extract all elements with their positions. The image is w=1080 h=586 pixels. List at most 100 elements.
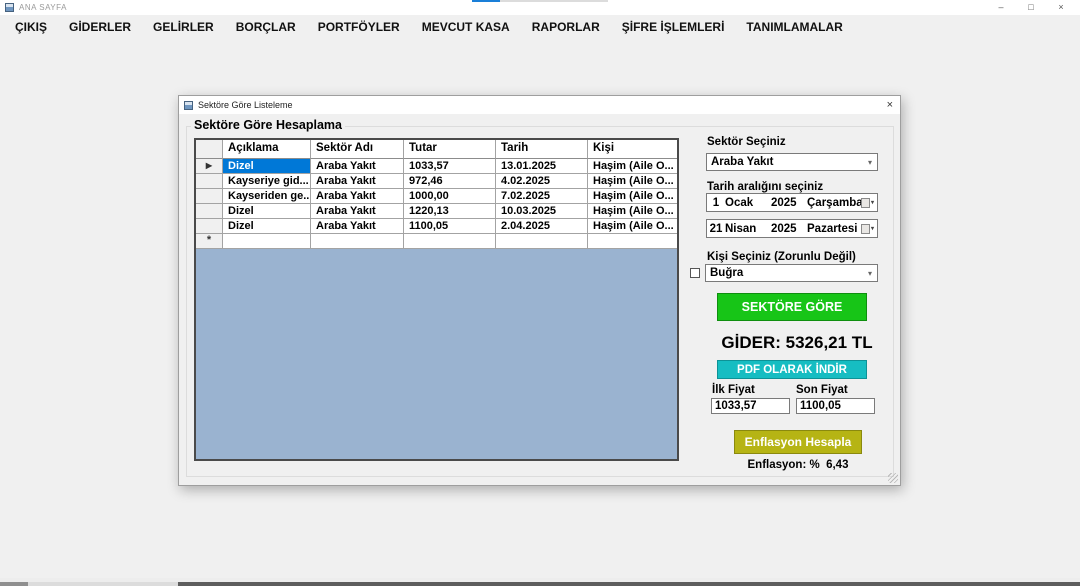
table-cell[interactable]: 1220,13: [404, 204, 496, 219]
table-cell[interactable]: Haşim (Aile O...: [588, 174, 677, 189]
maximize-icon[interactable]: □: [1016, 0, 1046, 15]
table-row: Dizel Araba Yakıt 1220,13 10.03.2025 Haş…: [196, 204, 677, 219]
menu-item-cikis[interactable]: ÇIKIŞ: [4, 15, 58, 39]
person-filter-checkbox[interactable]: [690, 268, 700, 278]
table-cell[interactable]: [404, 234, 496, 249]
table-cell[interactable]: Dizel: [223, 219, 311, 234]
table-cell[interactable]: Araba Yakıt: [311, 189, 404, 204]
window-controls: – □ ×: [986, 0, 1076, 15]
menu-item-borclar[interactable]: BORÇLAR: [225, 15, 307, 39]
date-to-year: 2025: [771, 223, 807, 235]
date-from-picker[interactable]: 1 Ocak 2025 Çarşamba ▾: [706, 193, 878, 212]
column-header-kisi[interactable]: Kişi: [588, 140, 677, 159]
sector-select-dropdown[interactable]: Araba Yakıt ▾: [706, 153, 878, 171]
table-empty-area: [196, 249, 677, 459]
date-from-day: 1: [707, 197, 725, 209]
column-header-tutar[interactable]: Tutar: [404, 140, 496, 159]
table-cell[interactable]: [588, 234, 677, 249]
person-select-label: Kişi Seçiniz (Zorunlu Değil): [707, 251, 856, 263]
app-window-icon: [5, 3, 14, 12]
table-cell[interactable]: 4.02.2025: [496, 174, 588, 189]
table-cell[interactable]: 13.01.2025: [496, 159, 588, 174]
table-cell[interactable]: Araba Yakıt: [311, 219, 404, 234]
row-selector[interactable]: [196, 189, 223, 204]
dialog-title: Sektöre Göre Listeleme: [198, 100, 293, 110]
last-price-input[interactable]: [796, 398, 875, 414]
row-selector[interactable]: [196, 204, 223, 219]
table-cell[interactable]: Kayseriden ge...: [223, 189, 311, 204]
table-cell[interactable]: Haşim (Aile O...: [588, 219, 677, 234]
row-header-corner[interactable]: [196, 140, 223, 159]
table-cell[interactable]: 10.03.2025: [496, 204, 588, 219]
taskbar-segment: [28, 582, 178, 586]
table-cell[interactable]: 972,46: [404, 174, 496, 189]
table-cell[interactable]: 1100,05: [404, 219, 496, 234]
dialog-window-icon: [184, 101, 193, 110]
row-selector-arrow-icon[interactable]: ▶: [196, 159, 223, 174]
sector-select-label: Sektör Seçiniz: [707, 136, 786, 148]
table-cell[interactable]: Dizel: [223, 204, 311, 219]
row-selector[interactable]: [196, 174, 223, 189]
new-row-asterisk-icon[interactable]: *: [196, 234, 223, 249]
pdf-download-button[interactable]: PDF OLARAK İNDİR: [717, 360, 867, 379]
main-window-title: ANA SAYFA: [19, 3, 67, 12]
dialog-close-icon[interactable]: ×: [887, 98, 893, 112]
menu-item-sifre-islemleri[interactable]: ŞİFRE İŞLEMLERİ: [611, 15, 736, 39]
section-title: Sektöre Göre Hesaplama: [191, 118, 345, 132]
menu-item-portfoyler[interactable]: PORTFÖYLER: [307, 15, 411, 39]
dialog-titlebar[interactable]: Sektöre Göre Listeleme ×: [179, 96, 900, 114]
column-header-aciklama[interactable]: Açıklama: [223, 140, 311, 159]
table-cell[interactable]: Dizel: [223, 159, 311, 174]
table-cell[interactable]: 2.04.2025: [496, 219, 588, 234]
date-to-dropdown-button[interactable]: ▾: [861, 224, 874, 234]
resize-grip[interactable]: [888, 473, 898, 483]
date-from-year: 2025: [771, 197, 807, 209]
calendar-icon: [861, 224, 870, 234]
menu-item-tanimlamalar[interactable]: TANIMLAMALAR: [735, 15, 853, 39]
menu-item-raporlar[interactable]: RAPORLAR: [521, 15, 611, 39]
table-cell[interactable]: 7.02.2025: [496, 189, 588, 204]
table-cell[interactable]: [496, 234, 588, 249]
inflation-calculate-button[interactable]: Enflasyon Hesapla: [734, 430, 862, 454]
table-cell[interactable]: Haşim (Aile O...: [588, 204, 677, 219]
chevron-down-icon: ▾: [871, 225, 874, 232]
total-expense-text: GİDER: 5326,21 TL: [697, 333, 897, 353]
minimize-icon[interactable]: –: [986, 0, 1016, 15]
date-from-month: Ocak: [725, 197, 771, 209]
table-cell[interactable]: [311, 234, 404, 249]
taskbar[interactable]: [0, 578, 1080, 586]
column-header-sektor-adi[interactable]: Sektör Adı: [311, 140, 404, 159]
main-titlebar: ANA SAYFA: [0, 0, 1080, 15]
table-cell[interactable]: 1033,57: [404, 159, 496, 174]
menu-item-mevcut-kasa[interactable]: MEVCUT KASA: [411, 15, 521, 39]
table-cell[interactable]: Araba Yakıt: [311, 174, 404, 189]
date-to-weekday: Pazartesi: [807, 223, 861, 235]
table-row: Dizel Araba Yakıt 1100,05 2.04.2025 Haşi…: [196, 219, 677, 234]
first-price-input[interactable]: [711, 398, 790, 414]
expenses-table: Açıklama Sektör Adı Tutar Tarih Kişi ▶ D…: [194, 138, 679, 461]
person-select-dropdown[interactable]: Buğra ▾: [705, 264, 878, 282]
table-row: Kayseriden ge... Araba Yakıt 1000,00 7.0…: [196, 189, 677, 204]
table-row: Kayseriye gid... Araba Yakıt 972,46 4.02…: [196, 174, 677, 189]
row-selector[interactable]: [196, 219, 223, 234]
table-cell[interactable]: 1000,00: [404, 189, 496, 204]
person-selected-value: Buğra: [710, 267, 868, 279]
table-row: ▶ Dizel Araba Yakıt 1033,57 13.01.2025 H…: [196, 159, 677, 174]
table-cell[interactable]: Araba Yakıt: [311, 159, 404, 174]
close-icon[interactable]: ×: [1046, 0, 1076, 15]
sector-filter-button[interactable]: SEKTÖRE GÖRE: [717, 293, 867, 321]
date-from-weekday: Çarşamba: [807, 197, 861, 209]
table-cell[interactable]: Kayseriye gid...: [223, 174, 311, 189]
loading-progress-track: [500, 0, 608, 2]
table-cell[interactable]: Haşim (Aile O...: [588, 189, 677, 204]
sector-listing-dialog: Sektöre Göre Listeleme × Sektöre Göre He…: [178, 95, 901, 486]
table-cell[interactable]: Araba Yakıt: [311, 204, 404, 219]
menu-item-gelirler[interactable]: GELİRLER: [142, 15, 225, 39]
table-cell[interactable]: Haşim (Aile O...: [588, 159, 677, 174]
column-header-tarih[interactable]: Tarih: [496, 140, 588, 159]
date-from-dropdown-button[interactable]: ▾: [861, 198, 874, 208]
table-cell[interactable]: [223, 234, 311, 249]
first-price-label: İlk Fiyat: [712, 384, 755, 396]
date-to-picker[interactable]: 21 Nisan 2025 Pazartesi ▾: [706, 219, 878, 238]
menu-item-giderler[interactable]: GİDERLER: [58, 15, 142, 39]
